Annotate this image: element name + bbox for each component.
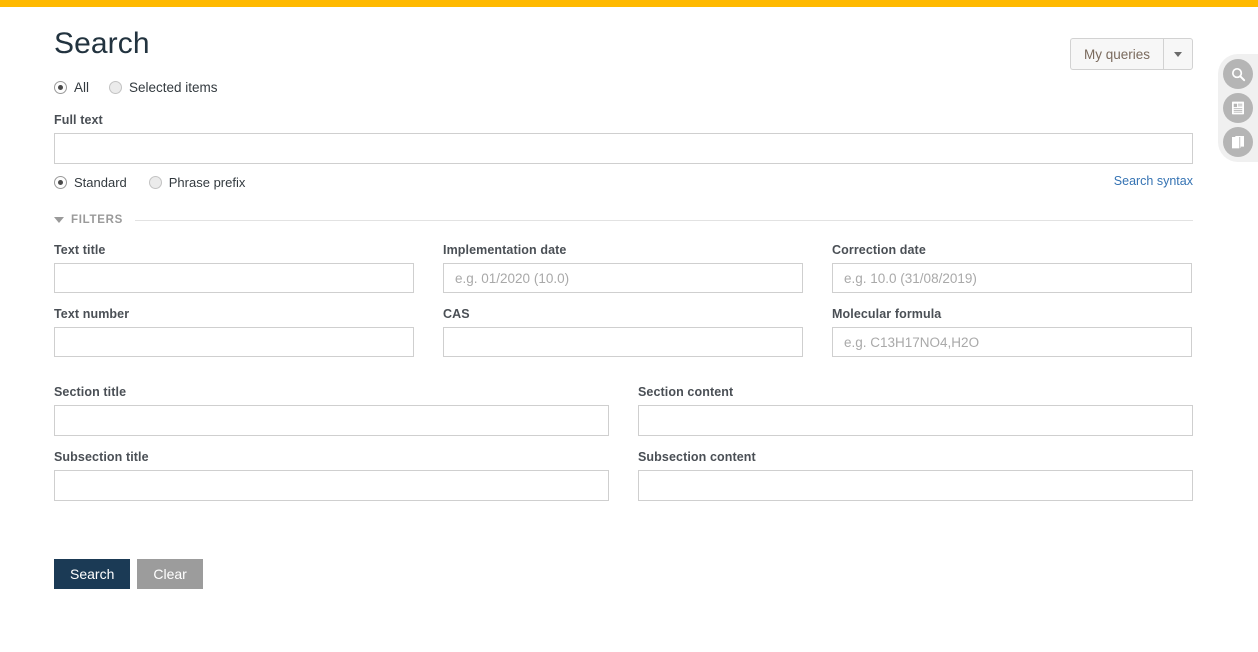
field-subsection-title: Subsection title [54, 450, 609, 501]
molecular-formula-input[interactable] [832, 327, 1192, 357]
radio-icon-all [54, 81, 67, 94]
chevron-down-icon [1174, 52, 1182, 57]
my-queries-button[interactable]: My queries [1070, 38, 1163, 70]
filters-divider-rule [135, 220, 1193, 221]
triangle-down-icon [54, 217, 64, 223]
text-title-label: Text title [54, 243, 414, 257]
text-number-input[interactable] [54, 327, 414, 357]
field-section-content: Section content [638, 385, 1193, 436]
section-title-label: Section title [54, 385, 609, 399]
mode-radio-phrase-prefix-label: Phrase prefix [169, 175, 246, 190]
fulltext-block: Full text Standard Phrase prefix Search … [54, 113, 1193, 191]
radio-icon-selected-items [109, 81, 122, 94]
page-content: Search My queries All Selected items [54, 7, 1193, 589]
subsection-title-input[interactable] [54, 470, 609, 501]
implementation-date-label: Implementation date [443, 243, 803, 257]
top-accent-bar [0, 0, 1258, 7]
molecular-formula-label: Molecular formula [832, 307, 1192, 321]
mode-radio-phrase-prefix[interactable]: Phrase prefix [149, 175, 246, 190]
side-document-button[interactable] [1223, 93, 1253, 123]
search-page: Search My queries All Selected items [0, 0, 1258, 652]
text-title-input[interactable] [54, 263, 414, 293]
scope-radio-selected-items-label: Selected items [129, 80, 218, 95]
cas-input[interactable] [443, 327, 803, 357]
filters-grid-three-column: Text title Implementation date Correctio… [54, 243, 1193, 371]
mode-radio-standard-label: Standard [74, 175, 127, 190]
clear-button[interactable]: Clear [137, 559, 202, 589]
scope-radio-all-label: All [74, 80, 89, 95]
field-subsection-content: Subsection content [638, 450, 1193, 501]
my-queries-dropdown-button[interactable] [1163, 38, 1193, 70]
filters-section-label: FILTERS [71, 214, 123, 226]
action-buttons: Search Clear [54, 559, 1193, 589]
search-icon [1230, 66, 1247, 83]
correction-date-input[interactable] [832, 263, 1192, 293]
my-queries-label: My queries [1084, 47, 1150, 62]
fulltext-input[interactable] [54, 133, 1193, 164]
document-list-icon [1230, 100, 1246, 116]
filters-grid-two-column: Section title Section content Subsection… [54, 385, 1193, 515]
field-section-title: Section title [54, 385, 609, 436]
page-title: Search [54, 29, 150, 59]
implementation-date-input[interactable] [443, 263, 803, 293]
floating-side-toolbar [1218, 54, 1258, 162]
fulltext-mode-group: Standard Phrase prefix Search syntax [54, 173, 1193, 191]
filters-section-header[interactable]: FILTERS [54, 214, 1193, 226]
scope-radio-all[interactable]: All [54, 80, 89, 95]
scope-radio-selected-items[interactable]: Selected items [109, 80, 218, 95]
field-cas: CAS [443, 307, 803, 357]
section-title-input[interactable] [54, 405, 609, 436]
mode-radio-standard[interactable]: Standard [54, 175, 127, 190]
field-implementation-date: Implementation date [443, 243, 803, 293]
scope-radio-group: All Selected items [54, 77, 1193, 97]
search-button[interactable]: Search [54, 559, 130, 589]
side-book-button[interactable] [1223, 127, 1253, 157]
section-content-input[interactable] [638, 405, 1193, 436]
field-text-title: Text title [54, 243, 414, 293]
my-queries-group: My queries [1070, 38, 1193, 70]
subsection-title-label: Subsection title [54, 450, 609, 464]
field-text-number: Text number [54, 307, 414, 357]
radio-icon-standard [54, 176, 67, 189]
cas-label: CAS [443, 307, 803, 321]
side-search-button[interactable] [1223, 59, 1253, 89]
subsection-content-input[interactable] [638, 470, 1193, 501]
section-content-label: Section content [638, 385, 1193, 399]
page-header: Search My queries [54, 7, 1193, 73]
subsection-content-label: Subsection content [638, 450, 1193, 464]
field-correction-date: Correction date [832, 243, 1192, 293]
fulltext-label: Full text [54, 113, 1193, 127]
correction-date-label: Correction date [832, 243, 1192, 257]
text-number-label: Text number [54, 307, 414, 321]
radio-icon-phrase-prefix [149, 176, 162, 189]
book-copy-icon [1230, 134, 1246, 150]
search-syntax-link[interactable]: Search syntax [1114, 174, 1193, 188]
field-molecular-formula: Molecular formula [832, 307, 1192, 357]
